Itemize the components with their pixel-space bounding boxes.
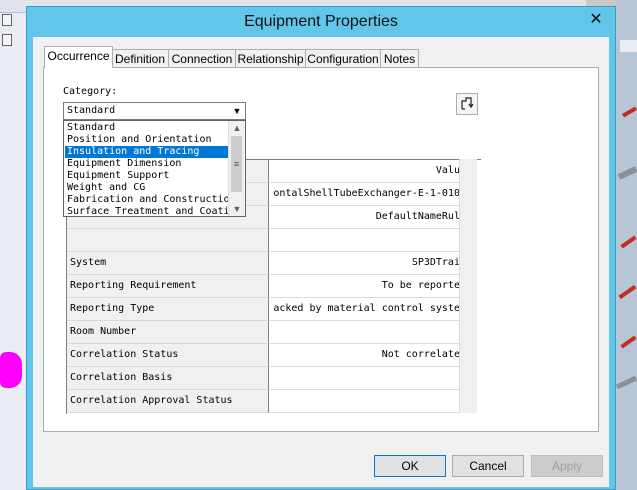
property-name: Reporting Requirement [67, 275, 269, 298]
list-item[interactable]: Fabrication and Construction [65, 194, 229, 206]
title-bar[interactable]: Equipment Properties ✕ [27, 7, 615, 37]
tab-notes[interactable]: Notes [380, 49, 419, 67]
grid-header-value: Value [269, 160, 469, 183]
scrollbar-thumb[interactable]: ≡ [231, 136, 242, 192]
close-icon: ✕ [589, 11, 603, 28]
property-name: Correlation Approval Status [67, 390, 269, 413]
background-model-shape [617, 166, 637, 180]
property-value[interactable]: SP3DTrain [269, 252, 469, 275]
property-tool-icon [461, 97, 474, 110]
list-item[interactable]: Position and Orientation [65, 134, 229, 146]
tab-definition[interactable]: Definition [111, 49, 169, 67]
occurrence-panel: Category: Standard ▼ Value ontalShellTub… [43, 67, 599, 432]
property-value[interactable]: acked by material control system [269, 298, 469, 321]
table-row[interactable]: Reporting Requirement To be reported [67, 275, 481, 298]
property-name [67, 229, 269, 252]
cancel-button[interactable]: Cancel [452, 455, 524, 477]
chevron-down-icon[interactable]: ▼ [229, 202, 245, 216]
list-item[interactable]: Standard [65, 122, 229, 134]
chevron-down-icon[interactable]: ▼ [229, 103, 245, 119]
list-item[interactable]: Insulation and Tracing [65, 146, 229, 158]
background-app-left [0, 0, 26, 490]
table-row[interactable] [67, 229, 481, 252]
property-value[interactable]: DefaultNameRule [269, 206, 469, 229]
table-row[interactable]: Correlation Status Not correlated [67, 344, 481, 367]
table-row[interactable]: Correlation Approval Status [67, 390, 481, 413]
background-model-shape [0, 352, 22, 388]
property-value[interactable]: To be reported [269, 275, 469, 298]
property-tool-button[interactable] [456, 93, 478, 115]
table-row[interactable]: System SP3DTrain [67, 252, 481, 275]
property-value[interactable]: Not correlated [269, 344, 469, 367]
dropdown-scrollbar[interactable]: ▲ ≡ ▼ [228, 121, 245, 216]
property-name: Reporting Type [67, 298, 269, 321]
background-model-shape [620, 335, 637, 349]
list-item[interactable]: Equipment Support [65, 170, 229, 182]
background-toolbar [0, 0, 26, 13]
property-value[interactable]: ontalShellTubeExchanger-E-1-0101 [269, 183, 469, 206]
property-name: Correlation Basis [67, 367, 269, 390]
list-item[interactable]: Surface Treatment and Coating [65, 206, 229, 218]
category-selected-value: Standard [67, 105, 116, 116]
background-model-shape [618, 284, 637, 300]
property-name: Correlation Status [67, 344, 269, 367]
dialog-title: Equipment Properties [244, 13, 398, 30]
background-model-shape [616, 375, 637, 390]
property-name: Room Number [67, 321, 269, 344]
tab-occurrence[interactable]: Occurrence [44, 46, 113, 68]
category-label: Category: [63, 86, 118, 97]
apply-button[interactable]: Apply [531, 455, 603, 477]
list-item[interactable]: Equipment Dimension [65, 158, 229, 170]
category-select[interactable]: Standard ▼ [63, 102, 246, 120]
background-model-shape [622, 106, 637, 118]
close-button[interactable]: ✕ [589, 11, 603, 28]
property-value[interactable] [269, 321, 469, 344]
chevron-up-icon[interactable]: ▲ [229, 121, 245, 135]
tab-configuration[interactable]: Configuration [305, 49, 381, 67]
background-panel [620, 40, 637, 52]
equipment-properties-dialog: Equipment Properties ✕ Occurrence Defini… [26, 6, 616, 490]
background-toolbar-icon [2, 14, 12, 26]
table-row[interactable]: Room Number [67, 321, 481, 344]
background-model-shape [620, 235, 637, 249]
property-value[interactable] [269, 390, 469, 413]
grid-scrollbar[interactable] [459, 159, 477, 413]
dialog-client-area: Occurrence Definition Connection Relatio… [33, 37, 609, 487]
table-row[interactable]: Reporting Type acked by material control… [67, 298, 481, 321]
property-value[interactable] [269, 367, 469, 390]
property-value[interactable] [269, 229, 469, 252]
ok-button[interactable]: OK [374, 455, 446, 477]
category-dropdown-list: Standard Position and Orientation Insula… [63, 120, 246, 217]
tab-relationship[interactable]: Relationship [235, 49, 306, 67]
table-row[interactable]: Correlation Basis [67, 367, 481, 390]
tab-connection[interactable]: Connection [168, 49, 236, 67]
property-name: System [67, 252, 269, 275]
background-toolbar-icon [2, 34, 12, 46]
background-app-right [616, 0, 637, 490]
list-item[interactable]: Weight and CG [65, 182, 229, 194]
